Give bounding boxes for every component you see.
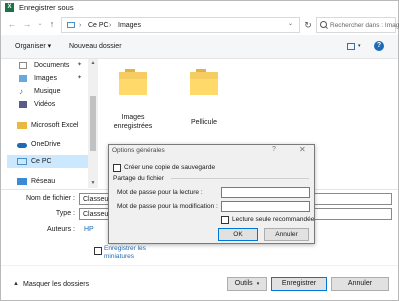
open-password-input[interactable] <box>221 187 310 198</box>
authors-label: Auteurs : <box>46 226 75 233</box>
backup-checkbox[interactable] <box>113 164 121 172</box>
file-sharing-heading: Partage du fichier <box>113 175 164 182</box>
save-thumbnails-checkbox[interactable] <box>94 247 102 255</box>
collapse-chevron-icon[interactable]: ▲ <box>13 281 19 287</box>
sidebar-item-reseau[interactable]: Réseau <box>7 175 88 188</box>
new-folder-button[interactable]: Nouveau dossier <box>69 42 122 52</box>
view-chevron-icon[interactable]: ▾ <box>358 43 361 49</box>
sidebar-item-onedrive[interactable]: OneDrive <box>7 138 88 151</box>
general-options-dialog: Options générales ? ✕ Créer une copie de… <box>108 144 315 244</box>
pc-icon <box>67 22 75 28</box>
open-password-label: Mot de passe pour la lecture : <box>117 189 203 196</box>
hide-folders-button[interactable]: Masquer les dossiers <box>23 279 89 290</box>
options-cancel-button[interactable]: Annuler <box>264 228 309 241</box>
up-arrow-icon[interactable]: ↑ <box>47 19 57 30</box>
documents-icon <box>19 62 27 69</box>
breadcrumb-ce-pc[interactable]: Ce PC <box>88 20 109 31</box>
read-only-label: Lecture seule recommandée <box>232 216 315 223</box>
scroll-up-icon[interactable]: ▲ <box>89 59 97 67</box>
address-dropdown-icon[interactable]: ⌄ <box>288 20 293 27</box>
tools-button[interactable]: Outils ▾ <box>227 277 267 291</box>
help-question-icon[interactable]: ? <box>272 146 276 153</box>
help-icon[interactable]: ? <box>374 41 384 51</box>
sidebar-item-ce-pc[interactable]: Ce PC <box>7 155 88 168</box>
modify-password-label: Mot de passe pour la modification : <box>117 203 218 210</box>
music-icon: ♪ <box>19 87 23 96</box>
recent-locations-chevron-icon[interactable]: ⌄ <box>35 19 45 30</box>
search-input[interactable]: Rechercher dans : Images <box>316 17 399 33</box>
view-options-icon[interactable] <box>347 43 355 50</box>
save-button[interactable]: Enregistrer <box>271 277 327 291</box>
images-icon <box>19 75 27 82</box>
toolbar: Organiser ▾ Nouveau dossier ▾ ? <box>1 35 398 59</box>
sidebar-item-music[interactable]: ♪ Musique <box>7 85 88 98</box>
forward-arrow-icon[interactable]: → <box>22 19 32 30</box>
back-arrow-icon[interactable]: ← <box>7 19 17 30</box>
address-bar[interactable]: › Ce PC › Images ⌄ <box>61 17 300 33</box>
videos-icon <box>19 101 27 108</box>
modify-password-input[interactable] <box>221 201 310 212</box>
address-row: ← → ⌄ ↑ › Ce PC › Images ⌄ ↻ Rechercher … <box>1 15 399 34</box>
search-placeholder: Rechercher dans : Images <box>330 22 399 29</box>
type-label: Type : <box>55 210 75 217</box>
pc-icon <box>17 158 27 165</box>
folder-label-images-enregistrees[interactable]: Images enregistrées <box>107 113 159 131</box>
onedrive-icon <box>17 143 27 148</box>
save-thumbnails-label: Enregistrer les miniatures <box>104 245 146 260</box>
organize-button[interactable]: Organiser ▾ <box>15 42 51 52</box>
excel-logo-icon: X <box>5 3 14 12</box>
backup-label: Créer une copie de sauvegarde <box>124 164 216 171</box>
sidebar-item-documents[interactable]: Documents ✦ <box>7 59 88 72</box>
folder-icon[interactable] <box>190 69 218 95</box>
scroll-down-icon[interactable]: ▼ <box>89 179 97 187</box>
pin-icon: ✦ <box>77 62 83 68</box>
navigation-pane: Documents ✦ Images ✦ ♪ Musique Vidéos Mi… <box>7 59 88 188</box>
divider <box>1 265 398 266</box>
pin-icon: ✦ <box>77 75 83 81</box>
options-dialog-title: Options générales <box>112 147 165 154</box>
scrollbar-thumb[interactable] <box>90 96 96 151</box>
sidebar-item-microsoft-excel[interactable]: Microsoft Excel <box>7 119 88 132</box>
sidebar-item-images[interactable]: Images ✦ <box>7 72 88 85</box>
read-only-checkbox[interactable] <box>221 216 229 224</box>
ok-button[interactable]: OK <box>218 228 258 241</box>
folder-icon[interactable] <box>119 69 147 95</box>
sidebar-item-videos[interactable]: Vidéos <box>7 98 88 111</box>
divider <box>171 178 309 179</box>
filename-label: Nom de fichier : <box>25 195 75 202</box>
navigation-scrollbar[interactable]: ▲ ▼ <box>88 59 98 188</box>
window-title: Enregistrer sous <box>19 3 74 12</box>
excel-folder-icon <box>17 122 27 129</box>
title-bar: X Enregistrer sous <box>1 1 398 14</box>
refresh-icon[interactable]: ↻ <box>302 17 314 33</box>
close-icon[interactable]: ✕ <box>299 145 306 154</box>
chevron-down-icon: ▾ <box>256 281 260 287</box>
folder-label-pellicule[interactable]: Pellicule <box>179 118 229 127</box>
authors-value[interactable]: HP <box>84 224 94 235</box>
cancel-button[interactable]: Annuler <box>331 277 389 291</box>
network-icon <box>17 178 27 185</box>
breadcrumb-images[interactable]: Images <box>118 20 141 31</box>
